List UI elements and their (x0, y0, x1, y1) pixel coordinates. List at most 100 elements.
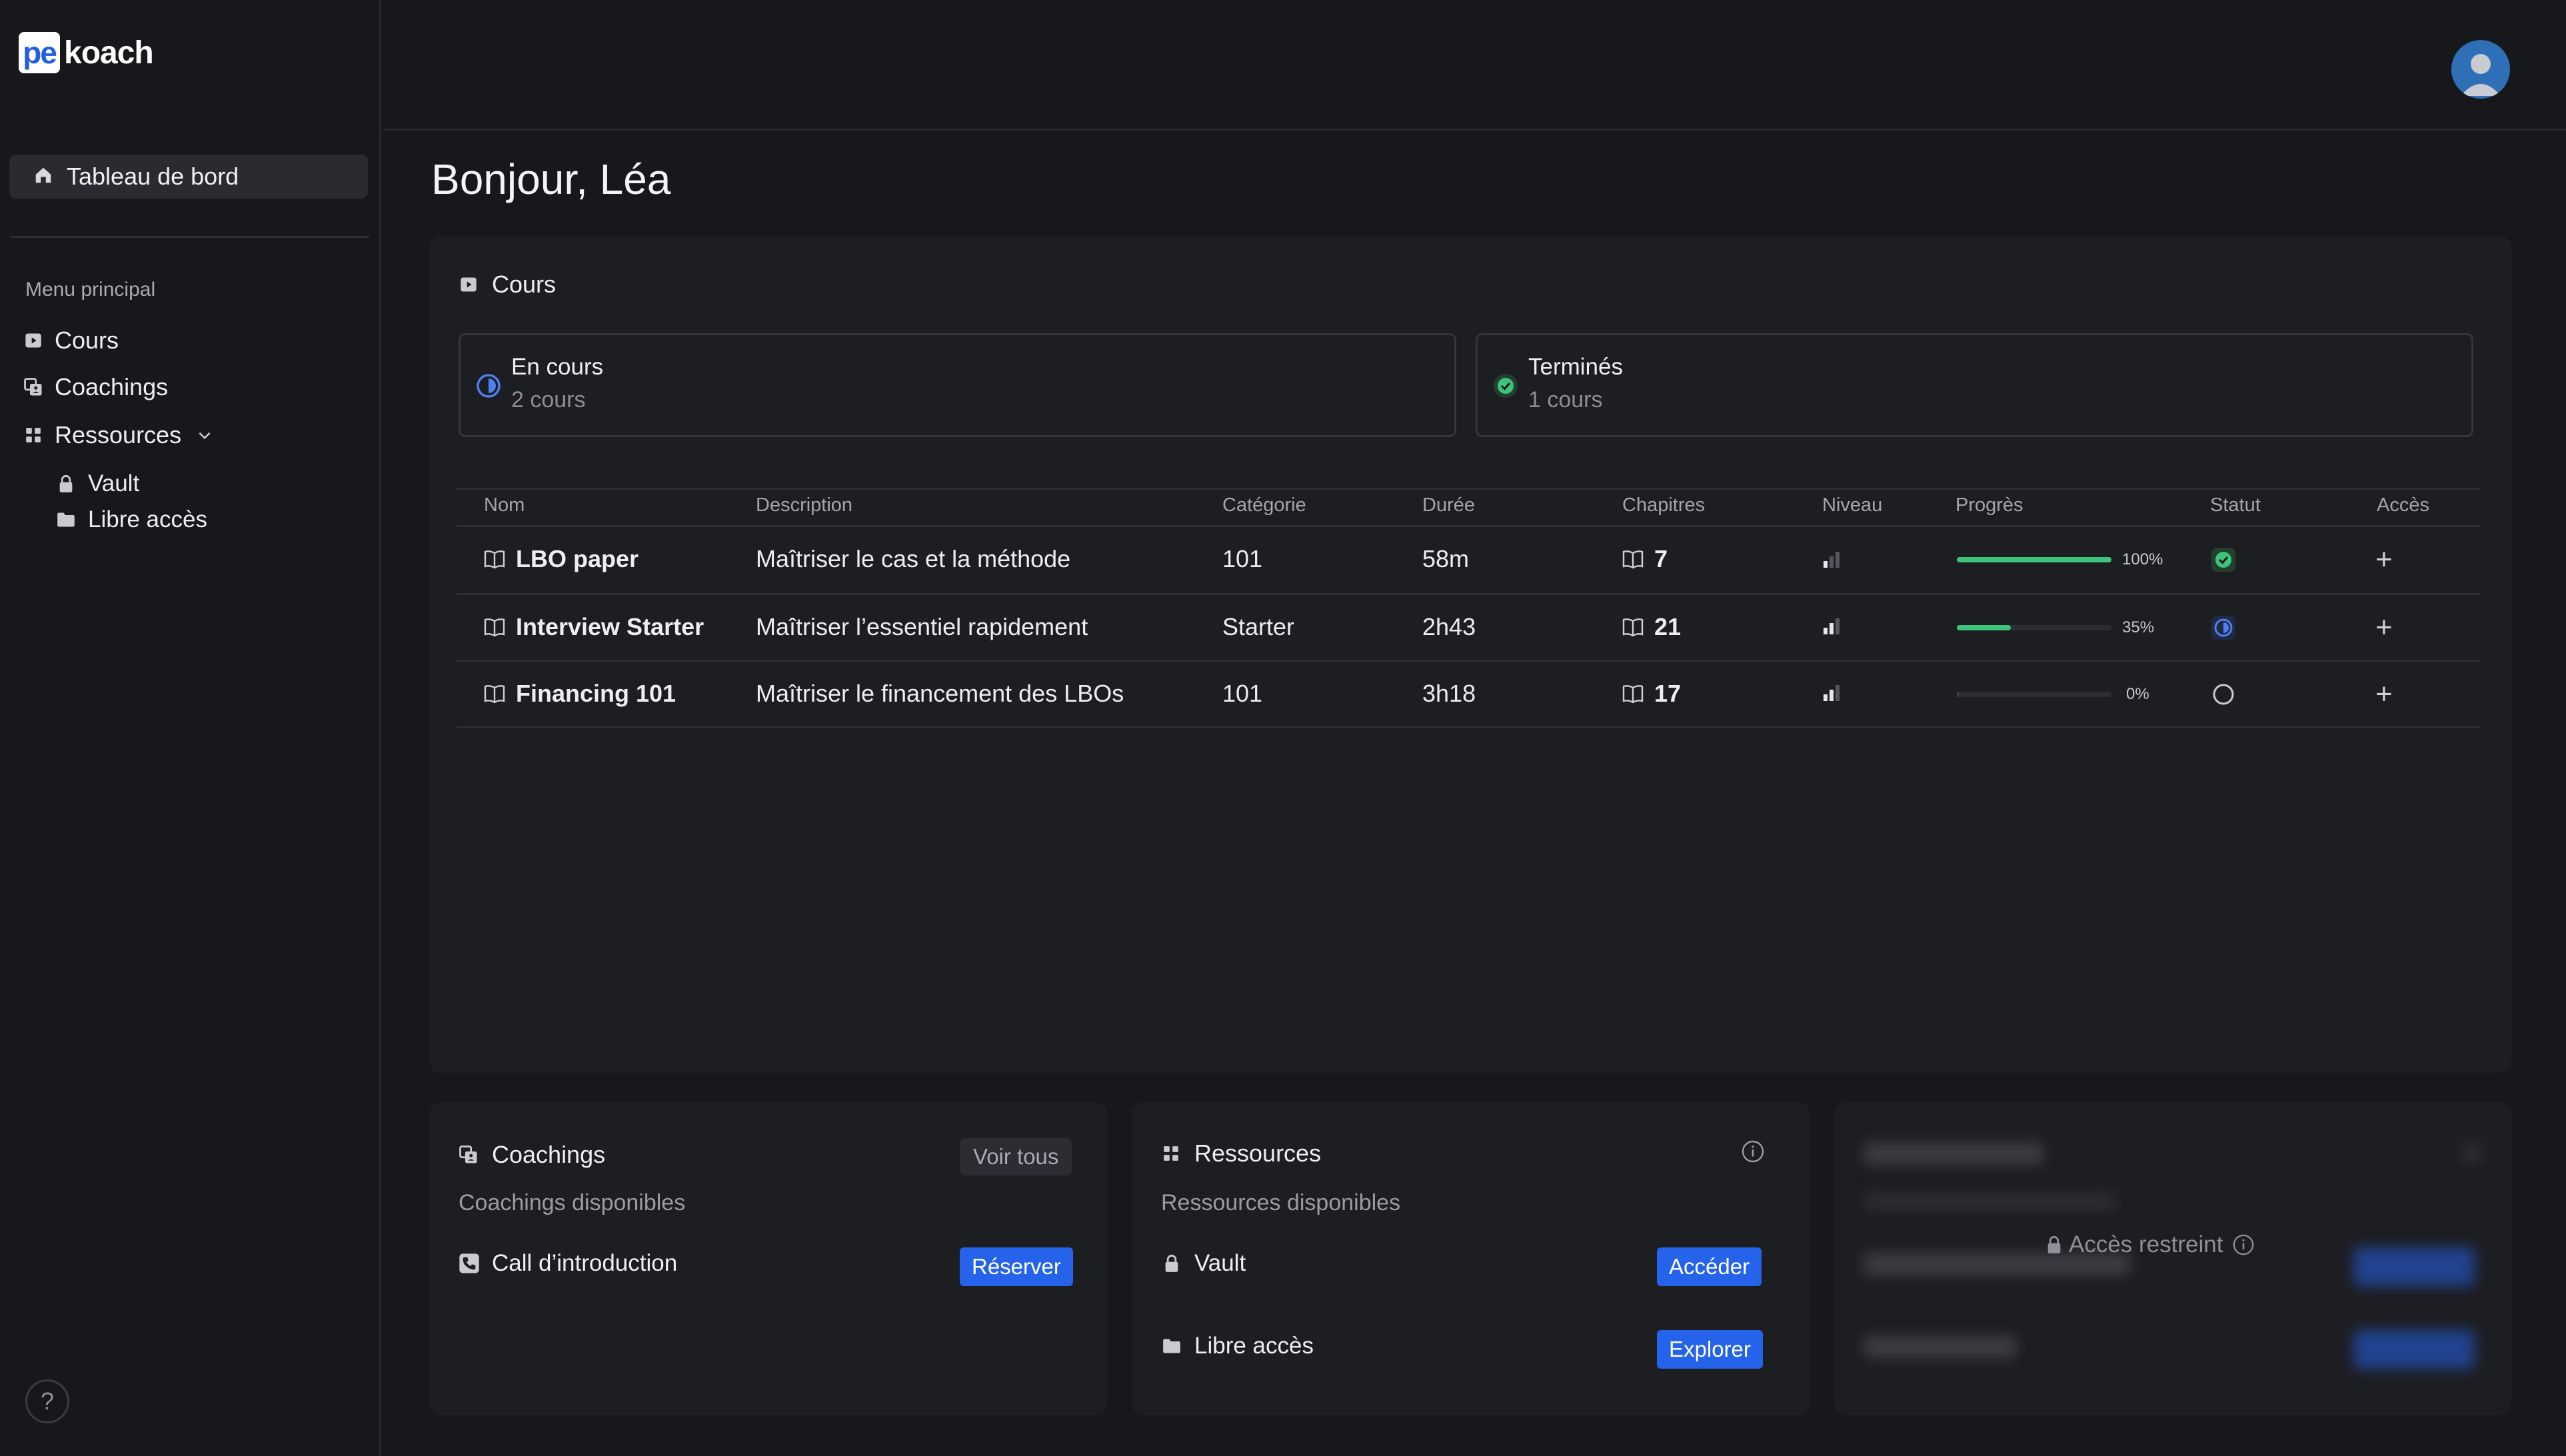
course-description: Maîtriser le financement des LBOs (756, 680, 1124, 707)
course-category: 101 (1222, 545, 1263, 572)
sidebar: pe koach Tableau de bord Menu principal … (0, 0, 381, 1456)
book-call-button[interactable]: Réserver (960, 1247, 1073, 1286)
nav-item-cours[interactable]: Cours (23, 327, 119, 355)
resource-item-libre-acces: Libre accès (1161, 1333, 1314, 1359)
chevron-down-icon[interactable] (196, 426, 213, 444)
half-circle-icon (477, 374, 501, 398)
course-name-label: Interview Starter (516, 613, 704, 640)
help-button[interactable]: ? (25, 1379, 69, 1423)
course-chapters-count: 7 (1654, 545, 1668, 572)
add-icon[interactable]: + (2375, 613, 2393, 642)
progress-bar (1957, 557, 2111, 562)
progress-percent: 100% (2122, 550, 2163, 568)
column-header-chapitres[interactable]: Chapitres (1622, 494, 1705, 516)
coaching-item: Call d’introduction (459, 1250, 677, 1277)
course-category: Starter (1222, 613, 1295, 640)
avatar[interactable] (2451, 40, 2510, 99)
lock-icon (56, 474, 76, 494)
page-title: Bonjour, Léa (431, 155, 671, 203)
coaching-icon (23, 376, 44, 398)
course-name-label: Financing 101 (516, 680, 676, 707)
stat-label: En cours (511, 354, 604, 380)
column-header-categorie[interactable]: Catégorie (1222, 494, 1306, 516)
courses-title-label: Cours (492, 271, 557, 298)
level-bars-icon (1824, 552, 1840, 568)
course-name[interactable]: LBO paper (484, 545, 639, 573)
folder-icon (56, 510, 76, 530)
column-header-acces[interactable]: Accès (2377, 494, 2429, 516)
course-name-label: LBO paper (516, 545, 639, 572)
resources-subtitle: Ressources disponibles (1161, 1190, 1401, 1215)
coachings-panel: Coachings Voir tous Coachings disponible… (429, 1102, 1108, 1415)
nav-item-dashboard[interactable]: Tableau de bord (9, 155, 368, 199)
course-chapters: 7 (1622, 545, 1668, 573)
logo[interactable]: pe koach (19, 32, 154, 73)
play-square-icon (23, 330, 44, 351)
book-icon (484, 685, 505, 704)
nav-item-ressources-label: Ressources (55, 421, 182, 448)
level-bars-icon (1824, 685, 1840, 701)
lock-icon (1161, 1253, 1182, 1274)
course-chapters-count: 21 (1654, 613, 1682, 640)
stat-card-in-progress[interactable]: En cours 2 cours (459, 333, 1456, 437)
restricted-access-label: Accès restreint (2046, 1231, 2255, 1258)
menu-title: Menu principal (25, 279, 156, 301)
book-icon (1622, 685, 1644, 704)
table-border-top (457, 488, 2479, 490)
info-icon[interactable] (1741, 1139, 1765, 1163)
column-header-progres[interactable]: Progrès (1955, 494, 2023, 516)
resource-item-vault: Vault (1161, 1250, 1246, 1277)
column-header-statut[interactable]: Statut (2210, 494, 2261, 516)
sub-item-vault[interactable]: Vault (56, 470, 139, 497)
nav-item-ressources[interactable]: Ressources (23, 421, 213, 449)
courses-panel: Cours En cours 2 cours Terminés 1 cours … (429, 236, 2511, 1073)
progress-bar (1957, 625, 2111, 630)
row-divider (457, 660, 2479, 662)
course-name[interactable]: Financing 101 (484, 680, 676, 708)
sub-item-libre-acces[interactable]: Libre accès (56, 506, 207, 533)
nav-item-dashboard-label: Tableau de bord (67, 163, 239, 190)
coaching-icon (459, 1145, 479, 1165)
column-header-nom[interactable]: Nom (484, 494, 525, 516)
logo-text: koach (64, 35, 154, 71)
course-chapters: 17 (1622, 680, 1681, 708)
book-icon (1622, 618, 1644, 637)
column-header-description[interactable]: Description (756, 494, 852, 516)
sidebar-divider (11, 236, 369, 238)
grid-icon (1161, 1143, 1181, 1163)
restricted-access-text: Accès restreint (2069, 1231, 2223, 1257)
courses-panel-title: Cours (459, 271, 556, 299)
explore-button[interactable]: Explorer (1657, 1330, 1763, 1369)
folder-icon (1161, 1335, 1182, 1357)
resources-panel-title: Ressources (1161, 1139, 1321, 1167)
phone-icon (459, 1253, 480, 1274)
progress-bar-fill (1957, 692, 1959, 697)
resources-panel: Ressources Ressources disponibles Vault … (1132, 1102, 1810, 1415)
half-circle-icon (2211, 616, 2235, 640)
resource-item-label: Libre accès (1194, 1333, 1314, 1359)
logo-mark: pe (19, 32, 60, 73)
see-all-button[interactable]: Voir tous (960, 1138, 1072, 1175)
progress-bar (1957, 692, 2111, 697)
course-description: Maîtriser le cas et la méthode (756, 545, 1071, 572)
column-header-niveau[interactable]: Niveau (1822, 494, 1882, 516)
access-vault-button[interactable]: Accéder (1657, 1247, 1762, 1286)
row-divider (457, 593, 2479, 595)
info-icon[interactable] (2232, 1233, 2255, 1256)
add-icon[interactable]: + (2375, 680, 2393, 709)
nav-item-coachings-label: Coachings (55, 373, 169, 400)
user-icon (2461, 54, 2501, 96)
course-name[interactable]: Interview Starter (484, 613, 704, 641)
stat-card-completed[interactable]: Terminés 1 cours (1476, 333, 2473, 437)
add-icon[interactable]: + (2375, 545, 2393, 574)
nav-item-coachings[interactable]: Coachings (23, 373, 168, 401)
stat-count: 1 cours (1528, 387, 1603, 412)
book-icon (484, 550, 505, 569)
empty-circle-icon (2213, 684, 2234, 705)
course-chapters-count: 17 (1654, 680, 1682, 707)
coachings-title-label: Coachings (492, 1141, 606, 1168)
course-duration: 2h43 (1422, 613, 1476, 640)
column-header-duree[interactable]: Durée (1422, 494, 1475, 516)
book-icon (484, 618, 505, 637)
resource-item-label: Vault (1194, 1250, 1246, 1276)
